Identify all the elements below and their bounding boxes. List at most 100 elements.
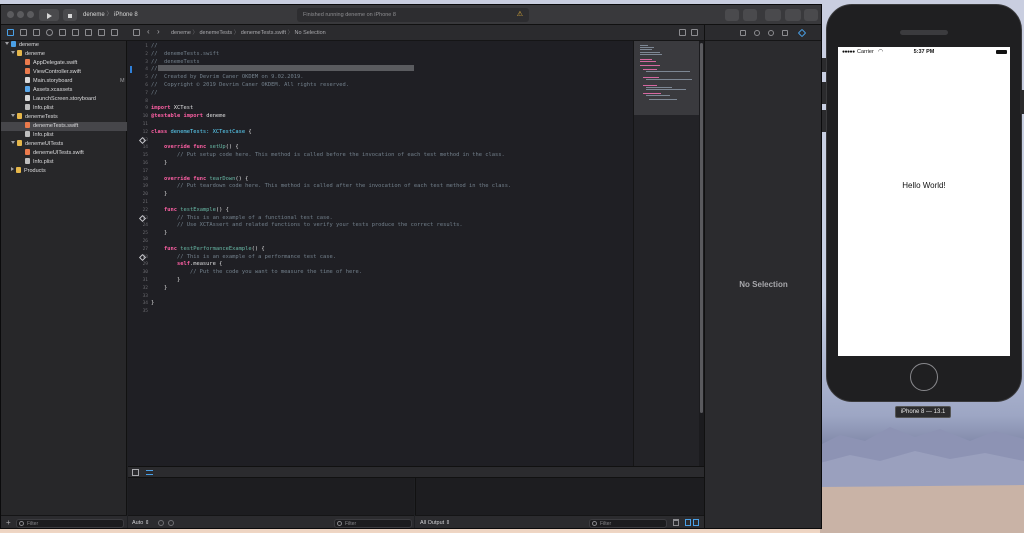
code-line[interactable]: func testPerformanceExample() { [151, 246, 265, 254]
nav-item-file[interactable]: ViewController.swift [1, 68, 127, 77]
code-line[interactable]: class denemeTests: XCTestCase { [151, 129, 252, 137]
toggle-navigator-button[interactable] [765, 9, 781, 21]
disclosure-icon[interactable] [11, 167, 14, 171]
nav-item-file[interactable]: Info.plist [1, 158, 127, 167]
line-gutter[interactable]: 1 2 3 4 5 6 7 8 9 10 11 12 13 14 15 16 17 18 19 20 21 22 23 24 2… [128, 41, 150, 466]
nav-item-file[interactable]: Main.storyboard M [1, 77, 127, 86]
forward-icon[interactable]: › [157, 27, 160, 36]
code-line[interactable]: // [151, 66, 158, 74]
trash-icon[interactable] [673, 519, 679, 526]
silent-switch[interactable] [822, 58, 826, 72]
close-window-button[interactable] [7, 11, 14, 18]
variables-scope-select[interactable]: Auto ⇕ [132, 520, 149, 527]
code-line[interactable]: } [151, 300, 154, 308]
code-line[interactable]: func testExample() { [151, 207, 229, 215]
source-editor[interactable]: 1 2 3 4 5 6 7 8 9 10 11 12 13 14 15 16 17 18 19 20 21 22 23 24 2… [128, 41, 633, 466]
code-line[interactable]: // [151, 43, 158, 51]
code-line[interactable]: import XCTest [151, 105, 193, 113]
attributes-inspector-icon[interactable] [797, 28, 807, 38]
run-button[interactable] [39, 9, 59, 21]
disclosure-icon[interactable] [11, 114, 15, 117]
history-inspector-icon[interactable] [754, 30, 760, 36]
disclosure-icon[interactable] [11, 141, 15, 144]
output-select[interactable]: All Output ⇕ [420, 520, 450, 527]
simulator-screen[interactable]: ●●●●● Carrier ◠ 5:37 PM Hello World! [838, 47, 1010, 356]
eye-icon[interactable] [168, 520, 174, 526]
symbol-navigator-icon[interactable] [33, 29, 40, 36]
code-line[interactable]: // This is an example of a performance t… [151, 254, 336, 262]
code-line[interactable]: } [151, 160, 167, 168]
code-line[interactable]: // Put the code you want to measure the … [151, 269, 362, 277]
volume-up-button[interactable] [822, 82, 826, 104]
jump-bar-item[interactable]: deneme [171, 30, 191, 36]
code-line[interactable]: // Put setup code here. This method is c… [151, 152, 505, 160]
minimap[interactable] [633, 41, 700, 466]
jump-bar-item[interactable]: No Selection [295, 30, 326, 36]
jump-bar-item[interactable]: denemeTests [199, 30, 232, 36]
related-items-icon[interactable] [133, 29, 140, 36]
file-inspector-icon[interactable] [740, 30, 746, 36]
find-navigator-icon[interactable] [46, 29, 53, 36]
nav-item-file[interactable]: LaunchScreen.storyboard [1, 95, 127, 104]
volume-down-button[interactable] [822, 110, 826, 132]
code-line[interactable]: override func setUp() { [151, 144, 239, 152]
code-review-button[interactable] [743, 9, 757, 21]
add-icon[interactable]: + [6, 518, 11, 527]
code-line[interactable]: // Put teardown code here. This method i… [151, 183, 511, 191]
hide-debug-icon[interactable] [132, 469, 139, 476]
code-line[interactable]: self.measure { [151, 261, 222, 269]
project-navigator-icon[interactable] [7, 29, 14, 36]
help-inspector-icon[interactable] [768, 30, 774, 36]
code-line[interactable]: // Created by Devrim Caner OKDEM on 9.02… [151, 74, 304, 82]
minimize-window-button[interactable] [17, 11, 24, 18]
stop-button[interactable] [63, 9, 77, 21]
navigator-filter-input[interactable]: Filter [16, 519, 124, 528]
nav-item-file-selected[interactable]: denemeTests.swift [1, 122, 127, 131]
toggle-inspector-button[interactable] [804, 9, 818, 21]
scheme-selector[interactable]: deneme 〉 iPhone 8 [83, 9, 138, 21]
warning-icon[interactable]: ⚠ [517, 11, 523, 19]
nav-item-folder[interactable]: denemeUITests [1, 140, 127, 149]
code-line[interactable]: // denemeTests [151, 59, 200, 67]
disclosure-icon[interactable] [11, 51, 15, 54]
console-view[interactable] [415, 478, 704, 515]
scroll-thumb[interactable] [700, 43, 703, 413]
code-line[interactable]: // Use XCTAssert and related functions t… [151, 222, 463, 230]
library-button[interactable] [725, 9, 739, 21]
code-line[interactable]: } [151, 285, 167, 293]
jump-bar[interactable]: deneme 〉 denemeTests 〉 denemeTests.swift… [171, 28, 326, 38]
breakpoint-navigator-icon[interactable] [98, 29, 105, 36]
info-icon[interactable] [158, 520, 164, 526]
debug-navigator-icon[interactable] [85, 29, 92, 36]
code-line[interactable]: override func tearDown() { [151, 176, 248, 184]
variables-view[interactable] [128, 478, 414, 515]
code-line[interactable]: // denemeTests.swift [151, 51, 219, 59]
nav-item-file[interactable]: denemeUITests.swift [1, 149, 127, 158]
nav-item-folder[interactable]: Products [1, 167, 127, 176]
add-editor-icon[interactable] [691, 29, 698, 36]
nav-item-file[interactable]: Info.plist [1, 104, 127, 113]
breakpoints-toggle-icon[interactable] [146, 470, 153, 475]
console-filter-input[interactable]: Filter [589, 519, 667, 528]
code-line[interactable]: // [151, 90, 158, 98]
adjust-editor-options-icon[interactable] [679, 29, 686, 36]
code-line[interactable]: // Copyright © 2019 Devrim Caner OKDEM. … [151, 82, 349, 90]
nav-item-file[interactable]: AppDelegate.swift [1, 59, 127, 68]
toggle-debug-button[interactable] [785, 9, 801, 21]
code-line[interactable]: } [151, 277, 180, 285]
nav-item-project[interactable]: deneme [1, 41, 127, 50]
variables-filter-input[interactable]: Filter [334, 519, 412, 528]
code-line[interactable]: } [151, 230, 167, 238]
home-button[interactable] [910, 363, 938, 391]
code-line[interactable]: // This is an example of a functional te… [151, 215, 333, 223]
code-line[interactable]: } [151, 191, 167, 199]
nav-item-file[interactable]: Info.plist [1, 131, 127, 140]
test-navigator-icon[interactable] [72, 29, 79, 36]
power-button[interactable] [1020, 90, 1024, 114]
report-navigator-icon[interactable] [111, 29, 118, 36]
issue-navigator-icon[interactable] [59, 29, 66, 36]
disclosure-icon[interactable] [5, 42, 9, 45]
code-line[interactable]: @testable import deneme [151, 113, 226, 121]
split-right-icon[interactable] [693, 519, 699, 526]
split-left-icon[interactable] [685, 519, 691, 526]
